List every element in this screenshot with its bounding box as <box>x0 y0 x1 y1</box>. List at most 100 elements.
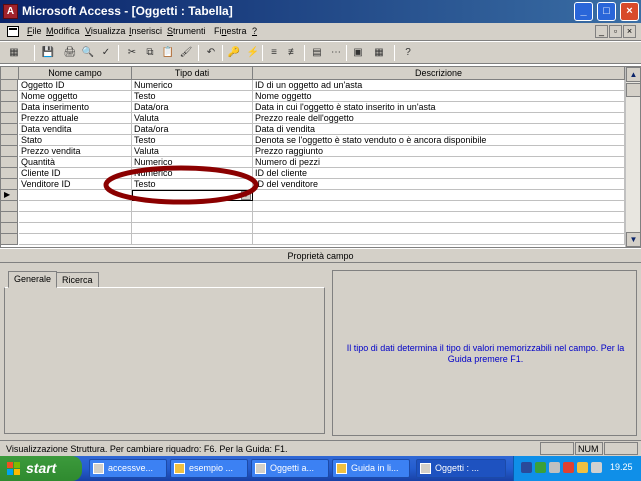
primary-key-icon[interactable]: 🔑 <box>226 45 242 61</box>
row-selector[interactable] <box>1 102 18 113</box>
copy-icon[interactable]: ⧉ <box>142 45 158 61</box>
print-preview-icon[interactable]: 🔍 <box>80 45 96 61</box>
row-selector[interactable] <box>1 146 18 157</box>
column-header-field-name[interactable]: Nome campo <box>19 67 132 80</box>
description-cell[interactable]: Nome oggetto <box>253 91 625 102</box>
close-button[interactable]: × <box>620 2 639 21</box>
description-cell[interactable]: ID del cliente <box>253 168 625 179</box>
insert-rows-icon[interactable]: ≡ <box>266 45 282 61</box>
taskbar-item-guida[interactable]: Guida in li... <box>332 459 410 478</box>
description-cell[interactable] <box>253 201 625 212</box>
row-selector[interactable] <box>1 135 18 146</box>
description-cell[interactable]: Data in cui l'oggetto è stato inserito i… <box>253 102 625 113</box>
volume-icon[interactable] <box>591 462 602 473</box>
print-icon[interactable]: 🖨 <box>62 45 78 61</box>
scroll-up-button[interactable]: ▲ <box>626 67 640 82</box>
tab-generale[interactable]: Generale <box>8 271 58 288</box>
data-type-cell[interactable]: Valuta <box>132 113 253 124</box>
row-selector[interactable] <box>1 124 18 135</box>
data-type-cell[interactable] <box>132 212 253 223</box>
row-selector[interactable] <box>1 212 18 223</box>
description-cell[interactable]: ID di un oggetto ad un'asta <box>253 80 625 91</box>
minimize-button[interactable]: _ <box>574 2 593 21</box>
row-selector[interactable]: ▶ <box>1 190 18 201</box>
network-icon[interactable] <box>521 462 532 473</box>
vertical-scrollbar[interactable]: ▲ ▼ <box>625 67 640 247</box>
start-button[interactable]: start <box>0 456 82 481</box>
data-type-cell[interactable]: Testo <box>132 135 253 146</box>
doc-restore-button[interactable]: ▫ <box>609 25 622 38</box>
scroll-down-button[interactable]: ▼ <box>626 232 640 247</box>
scroll-thumb[interactable] <box>626 83 640 97</box>
menu-strumenti[interactable]: Strumenti <box>167 26 206 36</box>
access-app-icon[interactable]: A <box>3 4 18 19</box>
field-name-cell[interactable]: Stato <box>19 135 132 146</box>
delete-rows-icon[interactable]: ≢ <box>285 45 301 61</box>
row-selector[interactable] <box>1 234 18 245</box>
menu-modifica[interactable]: Modifica <box>46 26 80 36</box>
column-header-description[interactable]: Descrizione <box>253 67 625 80</box>
database-window-icon[interactable]: ▣ <box>350 45 366 61</box>
field-name-cell[interactable]: Nome oggetto <box>19 91 132 102</box>
taskbar-item-oggetti-a[interactable]: Oggetti a... <box>251 459 329 478</box>
tray-app-icon[interactable] <box>563 462 574 473</box>
view-icon[interactable]: ▦ <box>6 45 22 61</box>
data-type-cell[interactable]: Numerico <box>132 80 253 91</box>
field-name-cell[interactable]: Prezzo vendita <box>19 146 132 157</box>
description-cell[interactable]: Prezzo reale dell'oggetto <box>253 113 625 124</box>
field-name-cell[interactable]: Data vendita <box>19 124 132 135</box>
tray-app-icon[interactable] <box>549 462 560 473</box>
antivirus-icon[interactable] <box>535 462 546 473</box>
taskbar-item-accessve[interactable]: accessve... <box>89 459 167 478</box>
description-cell[interactable] <box>253 234 625 245</box>
document-icon[interactable] <box>7 26 19 37</box>
description-cell[interactable]: ID del venditore <box>253 179 625 190</box>
row-selector[interactable] <box>1 201 18 212</box>
tray-app-icon[interactable] <box>577 462 588 473</box>
row-selector[interactable] <box>1 223 18 234</box>
description-cell[interactable]: Denota se l'oggetto è stato venduto o è … <box>253 135 625 146</box>
cut-icon[interactable]: ✂ <box>124 45 140 61</box>
field-name-cell[interactable] <box>19 212 132 223</box>
row-selector[interactable] <box>1 168 18 179</box>
row-selector[interactable] <box>1 80 18 91</box>
format-painter-icon[interactable]: 🖌 <box>178 45 194 61</box>
title-bar[interactable]: A Microsoft Access - [Oggetti : Tabella]… <box>0 0 641 23</box>
help-icon[interactable]: ? <box>400 45 416 61</box>
paste-icon[interactable]: 📋 <box>160 45 176 61</box>
table-design-grid[interactable]: Nome campo Tipo dati Descrizione Oggetto… <box>0 66 641 248</box>
menu-help[interactable]: ? <box>252 26 257 36</box>
row-selector[interactable] <box>1 113 18 124</box>
data-type-cell[interactable]: Data/ora <box>132 102 253 113</box>
taskbar-item-oggetti-tabella[interactable]: Oggetti : ... <box>416 459 506 478</box>
row-selector[interactable] <box>1 91 18 102</box>
data-type-cell[interactable] <box>132 223 253 234</box>
new-object-icon[interactable]: ▦ <box>371 45 387 61</box>
data-type-cell[interactable] <box>132 234 253 245</box>
taskbar-item-esempio[interactable]: esempio ... <box>170 459 248 478</box>
menu-file[interactable]: File <box>27 26 42 36</box>
description-cell[interactable] <box>253 190 625 201</box>
row-selector[interactable] <box>1 157 18 168</box>
build-icon[interactable]: ⋯ <box>328 45 344 61</box>
menu-visualizza[interactable]: Visualizza <box>85 26 125 36</box>
doc-close-button[interactable]: × <box>623 25 636 38</box>
menu-inserisci[interactable]: Inserisci <box>129 26 162 36</box>
field-name-cell[interactable] <box>19 223 132 234</box>
properties-icon[interactable]: ▤ <box>309 45 325 61</box>
maximize-button[interactable]: □ <box>597 2 616 21</box>
field-name-cell[interactable]: Prezzo attuale <box>19 113 132 124</box>
menu-finestra[interactable]: Finestra <box>214 26 247 36</box>
tab-ricerca[interactable]: Ricerca <box>56 272 99 288</box>
description-cell[interactable]: Data di vendita <box>253 124 625 135</box>
save-icon[interactable]: 💾 <box>40 45 56 61</box>
doc-minimize-button[interactable]: _ <box>595 25 608 38</box>
data-type-cell[interactable]: Data/ora <box>132 124 253 135</box>
field-name-cell[interactable] <box>19 234 132 245</box>
data-type-cell[interactable]: Testo <box>132 91 253 102</box>
description-cell[interactable] <box>253 212 625 223</box>
row-selector[interactable] <box>1 179 18 190</box>
data-type-cell[interactable]: Valuta <box>132 146 253 157</box>
column-header-data-type[interactable]: Tipo dati <box>132 67 253 80</box>
spelling-icon[interactable]: ✓ <box>98 45 114 61</box>
